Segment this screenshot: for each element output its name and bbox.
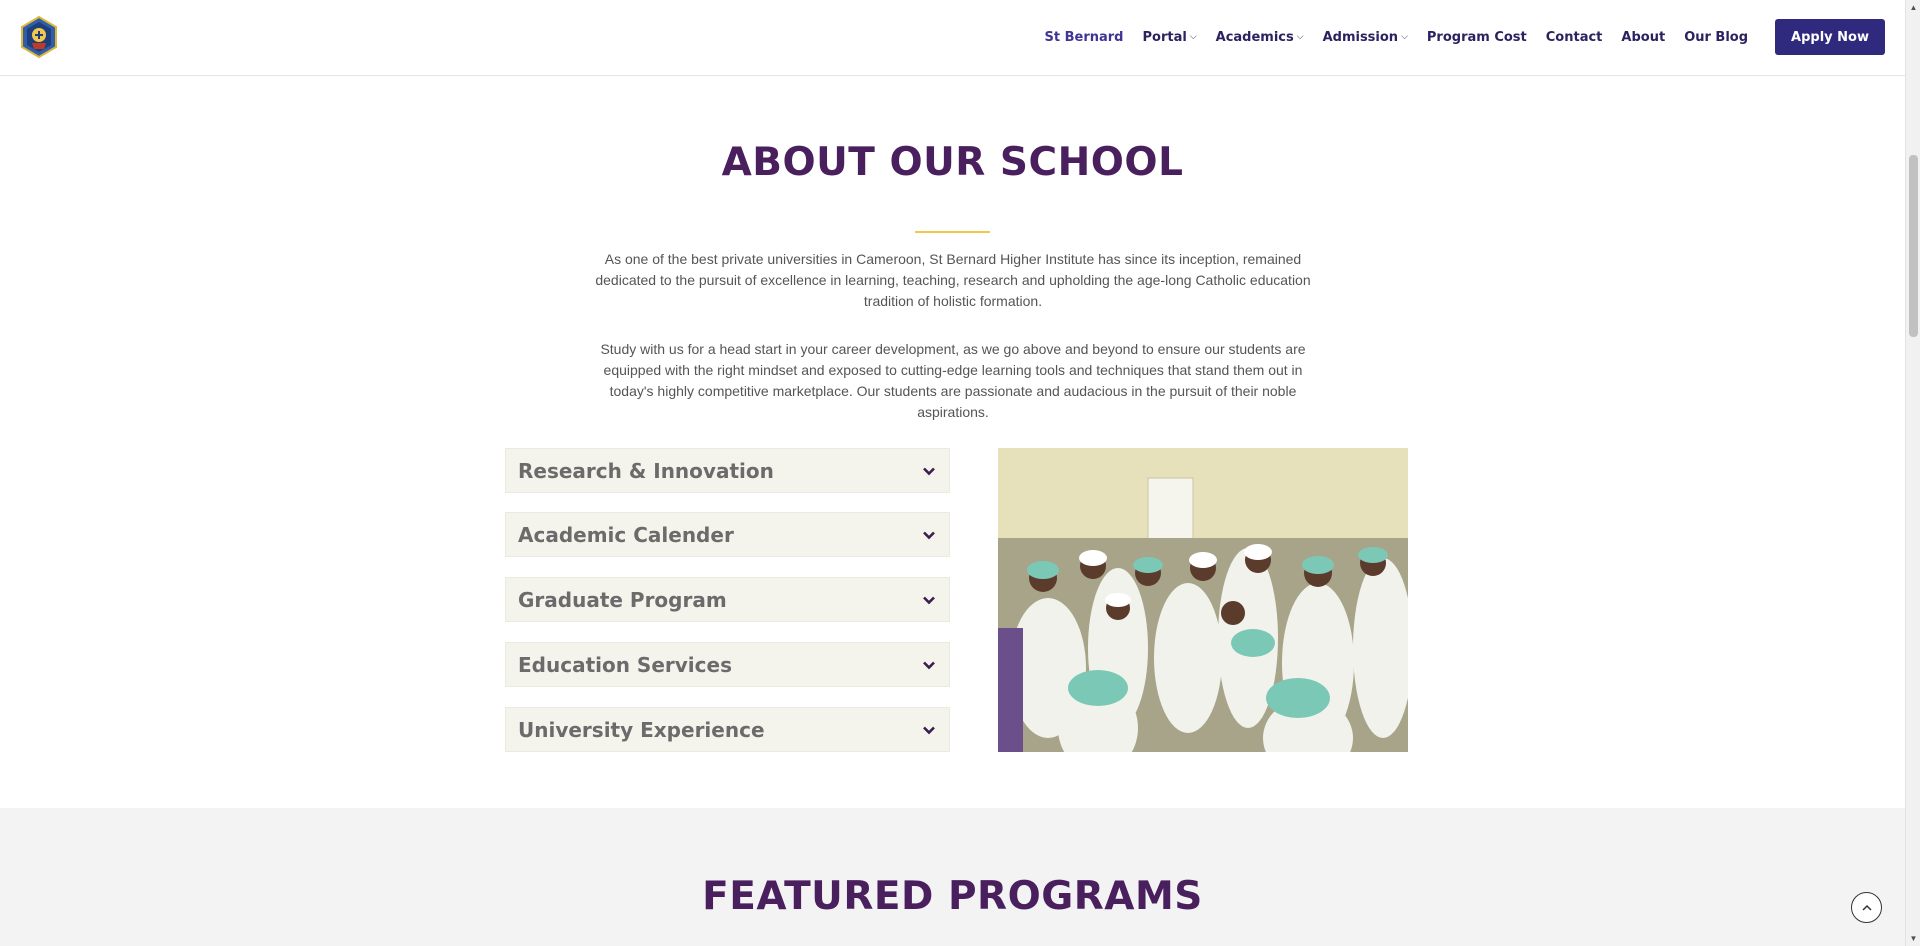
title-divider [915,231,990,233]
nav-item-contact[interactable]: Contact [1546,30,1603,45]
about-paragraph-1: As one of the best private universities … [595,251,1311,309]
chevron-down-icon [923,661,935,669]
accordion-research-innovation[interactable]: Research & Innovation [505,448,950,493]
chevron-down-icon [923,467,935,475]
scroll-up-arrow-icon[interactable]: ▲ [1906,0,1920,15]
page: St Bernard Portal ⌵ Academics ⌵ Admission ⌵… [0,0,1920,946]
accordion-academic-calender[interactable]: Academic Calender [505,512,950,557]
chevron-down-icon [923,531,935,539]
about-paragraph-2: Study with us for a head start in your c… [600,341,1306,420]
accordion-university-experience[interactable]: University Experience [505,707,950,752]
scrollbar-thumb[interactable] [1909,155,1918,337]
school-crest-icon[interactable] [18,16,60,58]
nav-label: Admission [1322,29,1399,45]
nav-item-st-bernard[interactable]: St Bernard [1045,30,1124,45]
apply-now-button[interactable]: Apply Now [1775,19,1885,55]
accordion-label: Graduate Program [518,587,727,612]
accordion-label: University Experience [518,717,765,742]
site-header: St Bernard Portal ⌵ Academics ⌵ Admission ⌵… [0,0,1905,76]
nav-label: Portal [1142,29,1187,45]
accordion-graduate-program[interactable]: Graduate Program [505,577,950,622]
accordion-label: Academic Calender [518,522,734,547]
page-scrollbar[interactable]: ▲ ▼ [1905,0,1920,946]
accordion-label: Education Services [518,652,732,677]
nav-label: Program Cost [1426,29,1527,45]
main-nav: St Bernard Portal ⌵ Academics ⌵ Admission ⌵… [1026,19,1885,55]
students-lab-photo [998,448,1408,752]
about-section-title: ABOUT OUR SCHOOL [721,140,1184,185]
nav-item-about[interactable]: About [1621,30,1665,45]
scroll-to-top-button[interactable] [1851,892,1882,923]
chevron-down-icon [923,596,935,604]
chevron-down-icon: ⌵ [1189,32,1197,42]
nav-label: Our Blog [1684,29,1749,45]
scroll-down-arrow-icon[interactable]: ▼ [1906,931,1920,946]
featured-section-title: FEATURED PROGRAMS [702,874,1203,919]
nav-label: Contact [1545,29,1603,45]
nav-label: Academics [1215,29,1294,45]
accordion-education-services[interactable]: Education Services [505,642,950,687]
chevron-down-icon [923,726,935,734]
chevron-down-icon: ⌵ [1296,32,1304,42]
accordion-label: Research & Innovation [518,458,774,483]
nav-label: St Bernard [1044,29,1124,45]
nav-item-academics[interactable]: Academics ⌵ [1216,30,1304,45]
nav-item-program-cost[interactable]: Program Cost [1427,30,1527,45]
chevron-down-icon: ⌵ [1401,32,1408,42]
nav-item-admission[interactable]: Admission ⌵ [1323,30,1408,45]
chevron-up-icon [1861,904,1872,911]
nav-item-our-blog[interactable]: Our Blog [1684,30,1748,45]
nav-item-portal[interactable]: Portal ⌵ [1142,30,1196,45]
nav-label: About [1621,29,1666,45]
